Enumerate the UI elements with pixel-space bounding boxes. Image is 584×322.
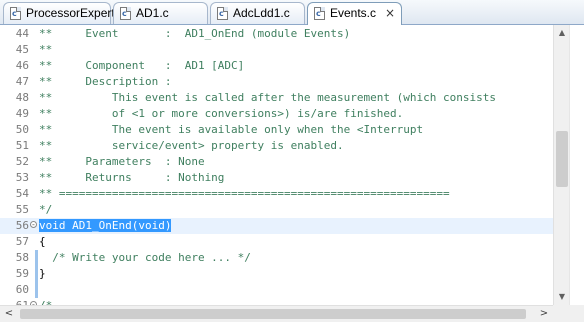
fold-toggle-icon[interactable]: - [30,221,37,229]
line-number: 53 [15,171,29,184]
line-number: 51 [15,139,29,152]
selected-text: void AD1_OnEnd(void) [39,219,172,232]
code-line[interactable]: 50 ** The event is available only when th… [0,122,553,138]
code-text: ** Event : AD1_OnEnd (module Events) [39,27,351,40]
code-line[interactable]: 49 ** of <1 or more conversions>) is/are … [0,106,553,122]
tab-label: AdcLdd1.c [233,6,290,20]
scroll-right-arrow-icon[interactable]: > [535,306,553,322]
line-number: 44 [15,27,29,40]
code-line[interactable]: 51 ** service/event> property is enabled. [0,138,553,154]
c-file-icon: c [217,7,228,20]
code-text: ** [39,43,53,56]
scroll-down-arrow-icon[interactable]: ▼ [554,289,570,305]
code-line[interactable]: 61-/* [0,298,553,305]
horizontal-scrollbar[interactable]: < > [0,305,553,322]
code-line[interactable]: 56- void AD1_OnEnd(void) [0,218,553,234]
code-line[interactable]: 59} [0,266,553,282]
vertical-scroll-thumb[interactable] [556,131,568,187]
code-line[interactable]: 54 ** ===================================… [0,186,553,202]
line-number: 58 [15,251,29,264]
line-number: 61 [0,298,29,305]
line-number: 59 [15,267,29,280]
tab-processorexpert-c[interactable]: c ProcessorExpert.c [3,2,124,24]
code-text: ** The event is available only when the … [39,123,424,136]
tab-label: ProcessorExpert.c [26,6,125,20]
line-number: 45 [15,43,29,56]
tab-label: AD1.c [136,6,169,20]
c-file-icon: c [10,7,21,20]
code-text: /* Write your code here ... */ [39,251,251,264]
code-text: ** Parameters : None [39,155,205,168]
code-line[interactable]: 53 ** Returns : Nothing [0,170,553,186]
line-number: 50 [15,123,29,136]
editor-tab-bar: c ProcessorExpert.c c AD1.c c AdcLdd1.c … [0,0,584,25]
line-number: 54 [15,187,29,200]
scroll-up-arrow-icon[interactable]: ▲ [554,25,570,41]
code-text: } [39,267,46,280]
code-text: ** Component : AD1 [ADC] [39,59,245,72]
scrollbar-corner [553,305,584,322]
c-file-icon: c [120,7,131,20]
c-file-icon: c [314,7,325,20]
line-number: 48 [15,91,29,104]
line-number: 60 [15,283,29,296]
code-line[interactable]: 55 */ [0,202,553,218]
tab-ad1-c[interactable]: c AD1.c [113,2,208,24]
code-text: ** Description : [39,75,172,88]
vertical-scrollbar[interactable]: ▲ ▼ [553,25,569,305]
close-icon[interactable]: × [385,3,395,23]
code-line[interactable]: 52 ** Parameters : None [0,154,553,170]
code-line[interactable]: 48 ** This event is called after the meas… [0,90,553,106]
tab-label: Events.c [330,6,377,20]
code-line[interactable]: 45 ** [0,42,553,58]
code-text: ** Returns : Nothing [39,171,225,184]
code-text: void AD1_OnEnd(void) [39,218,172,234]
tab-adcldd1-c[interactable]: c AdcLdd1.c [210,2,305,24]
code-line[interactable]: 60 [0,282,553,298]
code-editor[interactable]: 44 ** Event : AD1_OnEnd (module Events) 45… [0,25,584,305]
horizontal-scroll-thumb[interactable] [20,309,526,319]
overview-ruler[interactable] [569,25,584,305]
code-line[interactable]: 58 /* Write your code here ... */ [0,250,553,266]
line-number: 49 [15,107,29,120]
line-number: 55 [15,203,29,216]
code-text: ** =====================================… [39,187,450,200]
code-text: ** service/event> property is enabled. [39,139,344,152]
code-text: /* [39,298,52,305]
line-number: 46 [15,59,29,72]
line-number: 47 [15,75,29,88]
code-line[interactable]: 46 ** Component : AD1 [ADC] [0,58,553,74]
code-text: */ [39,203,53,216]
code-line[interactable]: 47 ** Description : [0,74,553,90]
code-line[interactable]: 57 { [0,234,553,250]
line-number: 52 [15,155,29,168]
line-number: 56 [15,219,29,232]
code-text: ** of <1 or more conversions>) is/are fi… [39,107,404,120]
code-text: { [39,235,46,248]
code-line[interactable]: 44 ** Event : AD1_OnEnd (module Events) [0,26,553,42]
tab-events-c[interactable]: c Events.c × [307,2,402,25]
code-text: ** This event is called after the measur… [39,91,496,104]
scroll-left-arrow-icon[interactable]: < [0,306,18,322]
line-number: 57 [15,235,29,248]
